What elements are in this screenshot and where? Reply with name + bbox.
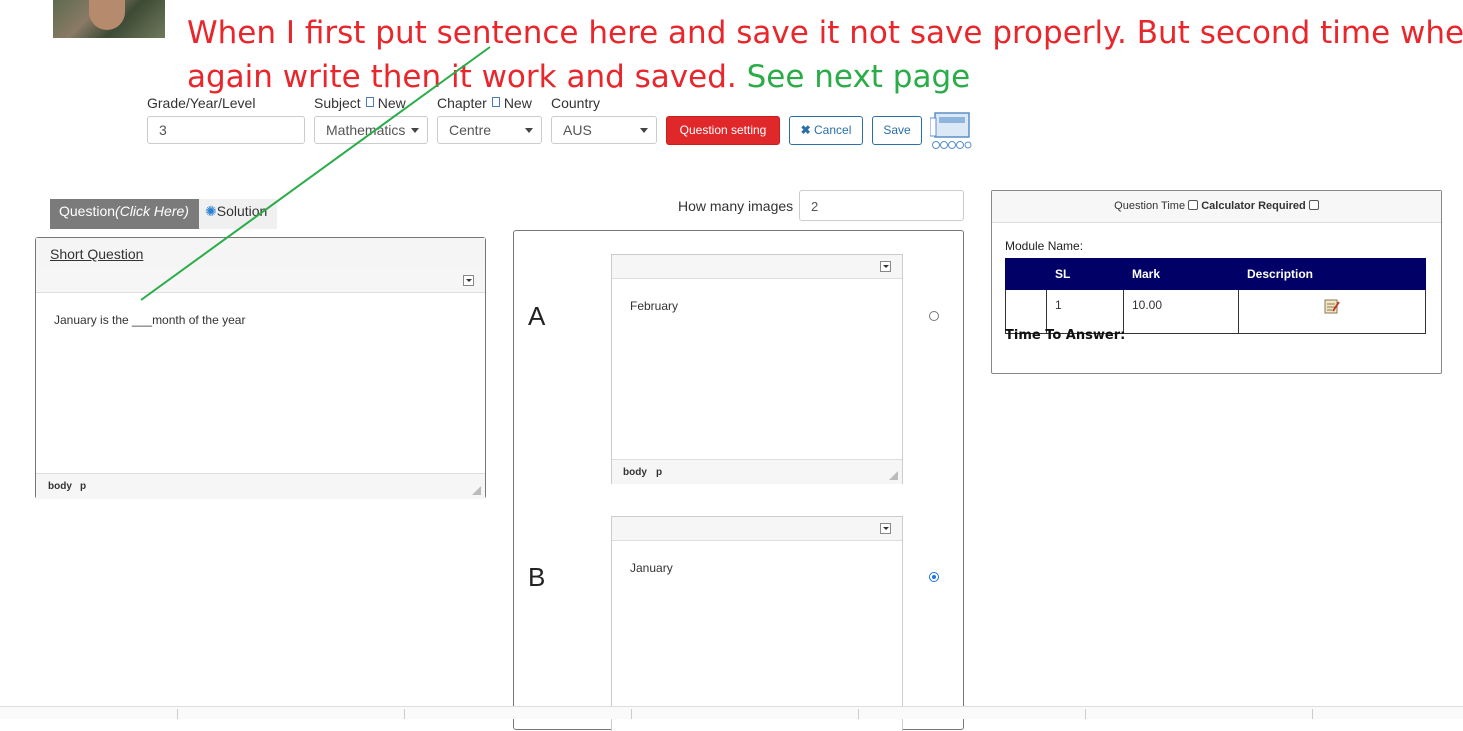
table-cell [1005, 289, 1047, 334]
table-header-cell: Description [1238, 258, 1426, 290]
table-header-cell: Mark [1123, 258, 1239, 290]
table-cell-sl: 1 [1046, 289, 1124, 334]
calculator-required-checkbox[interactable] [1308, 200, 1319, 210]
table-cell-description [1238, 289, 1426, 334]
table-header-row: SL Mark Description [1005, 258, 1426, 290]
settings-panel: Question Time Calculator Required Module… [991, 190, 1442, 374]
table-header-cell: SL [1046, 258, 1124, 290]
module-table: SL Mark Description 1 10.00 [1005, 258, 1426, 334]
table-cell-mark: 10.00 [1123, 289, 1239, 334]
edit-note-icon[interactable] [1324, 298, 1340, 314]
table-row: 1 10.00 [1005, 289, 1426, 334]
calculator-required-label: Calculator Required [1201, 200, 1306, 212]
module-name-label: Module Name: [1005, 239, 1084, 253]
settings-header: Question Time Calculator Required [992, 191, 1441, 223]
bottom-bar [0, 706, 1463, 719]
time-to-answer-label: Time To Answer: [1005, 328, 1126, 343]
table-header-cell [1005, 258, 1047, 290]
question-time-checkbox[interactable] [1188, 200, 1199, 210]
question-time-label: Question Time [1114, 200, 1186, 212]
